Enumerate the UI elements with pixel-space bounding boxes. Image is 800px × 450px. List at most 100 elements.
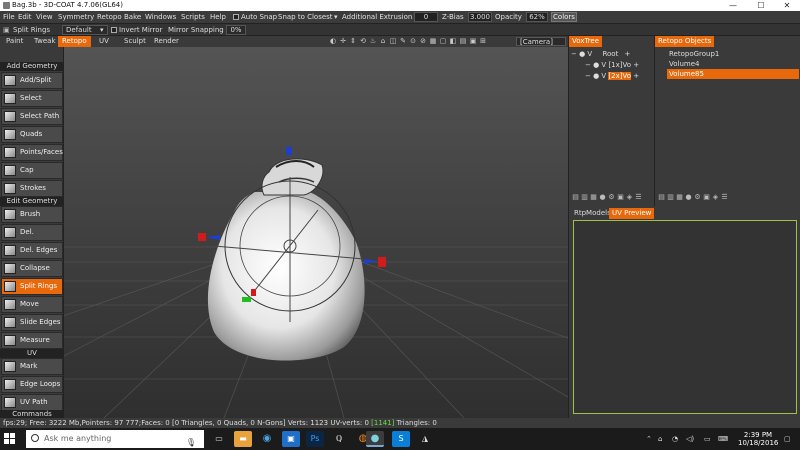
file-explorer-icon[interactable]: ▬ (234, 431, 252, 447)
minimize-button[interactable]: — (720, 0, 746, 11)
tool-select-path[interactable]: Select Path (1, 108, 63, 125)
grid-icon[interactable]: ▦ (428, 36, 438, 47)
new-layer-icon[interactable]: ▤ (571, 193, 580, 202)
uv-preview-area[interactable] (573, 220, 797, 414)
tab-retopo[interactable]: Retopo (58, 36, 91, 47)
snap-to-closest-dropdown[interactable]: Snap to Closest (278, 11, 333, 24)
tool-cap[interactable]: Cap (1, 162, 63, 179)
wifi-icon[interactable]: ◔ (672, 428, 678, 450)
keyboard-icon[interactable]: ⌨ (718, 428, 728, 450)
opacity-field[interactable]: 62% (526, 12, 548, 22)
delete-icon[interactable]: ▦ (589, 193, 598, 202)
tool-edge-loops[interactable]: Edge Loops (1, 376, 63, 393)
menu-windows[interactable]: Windows (145, 11, 176, 24)
menu-bake[interactable]: Bake (124, 11, 141, 24)
close-button[interactable]: ✕ (774, 0, 800, 11)
light-icon[interactable]: ♨ (368, 36, 378, 47)
folder-icon[interactable]: ▥ (666, 193, 675, 202)
tool-collapse[interactable]: Collapse (1, 260, 63, 277)
retopo-row-group1[interactable]: RetopoGroup1 (659, 49, 799, 59)
photoshop-icon[interactable]: Ps (306, 431, 324, 447)
volume-icon[interactable]: ◁) (686, 428, 694, 450)
menu-file[interactable]: File (3, 11, 15, 24)
task-view-icon[interactable]: ▭ (210, 431, 228, 447)
new-layer-icon[interactable]: ▤ (657, 193, 666, 202)
3dcoat-icon[interactable]: ● (366, 431, 384, 447)
invert-mirror-checkbox[interactable] (111, 27, 117, 33)
tool-slide-edges[interactable]: Slide Edges (1, 314, 63, 331)
chevron-up-icon[interactable]: ⌂ (658, 428, 662, 450)
screenshot-icon[interactable]: ▣ (468, 36, 478, 47)
voxtree-row-root[interactable]: − ● V Root + (571, 49, 630, 59)
sphere-icon[interactable]: ◐ (328, 36, 338, 47)
tab-sculpt[interactable]: Sculpt (120, 36, 150, 47)
retopo-row-volume85[interactable]: Volume85 (667, 69, 799, 79)
voxtree-row-volume2[interactable]: − ● V [2x]Vo + (585, 71, 639, 81)
tool-del-polygons[interactable]: Del. Polygons (1, 224, 63, 251)
merge-icon[interactable]: ◈ (625, 193, 634, 202)
tool-strokes[interactable]: Strokes (1, 180, 63, 197)
tool-split-rings[interactable]: Split Rings (1, 278, 63, 295)
mirror-snapping-field[interactable]: 0% (226, 25, 246, 35)
menu-help[interactable]: Help (210, 11, 226, 24)
input-icon[interactable]: ▭ (704, 428, 711, 450)
maximize-button[interactable]: ☐ (748, 0, 774, 11)
voxtree-row-volume1[interactable]: − ● V [1x]Vo + (585, 60, 639, 70)
z-bias-field[interactable]: 3.000 (468, 12, 492, 22)
tool-add-split[interactable]: Add/Split (1, 72, 63, 89)
chrome-icon[interactable]: ◉ (258, 431, 276, 447)
camera-dropdown[interactable]: [Camera] (516, 37, 566, 46)
copy-icon[interactable]: ▣ (616, 193, 625, 202)
taskbar-clock[interactable]: 2:39 PM 10/18/2016 (738, 431, 778, 447)
sphere-icon[interactable]: ● (598, 193, 607, 202)
settings-icon[interactable]: ⚙ (607, 193, 616, 202)
rotate-icon[interactable]: ⟲ (358, 36, 368, 47)
section-uv[interactable]: UV (0, 349, 64, 358)
tool-measure[interactable]: Measure (1, 332, 63, 349)
tool-brush[interactable]: Brush (1, 206, 63, 223)
tool-del-edges[interactable]: Del. Edges (1, 242, 63, 259)
navigate-icon[interactable]: ✛ (338, 36, 348, 47)
section-edit-geometry[interactable]: Edit Geometry (0, 197, 64, 206)
tool-move[interactable]: Move (1, 296, 63, 313)
home-icon[interactable]: ⌂ (378, 36, 388, 47)
tab-uv[interactable]: UV (95, 36, 113, 47)
menu-view[interactable]: View (36, 11, 53, 24)
pen-icon[interactable]: ✎ (398, 36, 408, 47)
tab-paint[interactable]: Paint (2, 36, 27, 47)
split-icon[interactable]: ◧ (448, 36, 458, 47)
ortho-icon[interactable]: ⊞ (478, 36, 488, 47)
tool-select[interactable]: Select (1, 90, 63, 107)
tool-quads[interactable]: Quads (1, 126, 63, 143)
menu-retopo[interactable]: Retopo (97, 11, 122, 24)
colors-button[interactable]: Colors (551, 12, 577, 22)
voxtree-title[interactable]: VoxTree (569, 36, 603, 47)
merge-icon[interactable]: ◈ (711, 193, 720, 202)
render-icon[interactable]: ◫ (388, 36, 398, 47)
sphere-icon[interactable]: ● (684, 193, 693, 202)
notification-icon[interactable]: ▢ (784, 428, 791, 450)
skype-icon[interactable]: S (392, 431, 410, 447)
viewport[interactable] (64, 47, 568, 418)
tool-mark-seams[interactable]: Mark Seams (1, 358, 63, 385)
frame-icon[interactable]: ▢ (438, 36, 448, 47)
tool-uv-path[interactable]: UV Path (1, 394, 63, 411)
layout-icon[interactable]: ▤ (458, 36, 468, 47)
folder-icon[interactable]: ▥ (580, 193, 589, 202)
taskbar-search[interactable]: Ask me anything 🎙 (26, 430, 204, 448)
section-add-geometry[interactable]: Add Geometry (0, 62, 64, 71)
tab-tweak[interactable]: Tweak (30, 36, 60, 47)
menu-symmetry[interactable]: Symmetry (58, 11, 94, 24)
extrusion-field[interactable]: 0 (414, 12, 438, 22)
start-button[interactable] (4, 433, 16, 445)
search-app-icon[interactable]: ℚ (330, 431, 348, 447)
app-window-icon[interactable]: ▣ (282, 431, 300, 447)
menu-icon[interactable]: ☰ (634, 193, 643, 202)
menu-icon[interactable]: ☰ (720, 193, 729, 202)
auto-snap-checkbox[interactable] (233, 14, 239, 20)
microphone-icon[interactable]: 🎙 (186, 434, 196, 450)
menu-edit[interactable]: Edit (18, 11, 32, 24)
zoom-icon[interactable]: ⊙ (408, 36, 418, 47)
move-icon[interactable]: ⇕ (348, 36, 358, 47)
tab-uv-preview[interactable]: UV Preview (609, 208, 655, 219)
